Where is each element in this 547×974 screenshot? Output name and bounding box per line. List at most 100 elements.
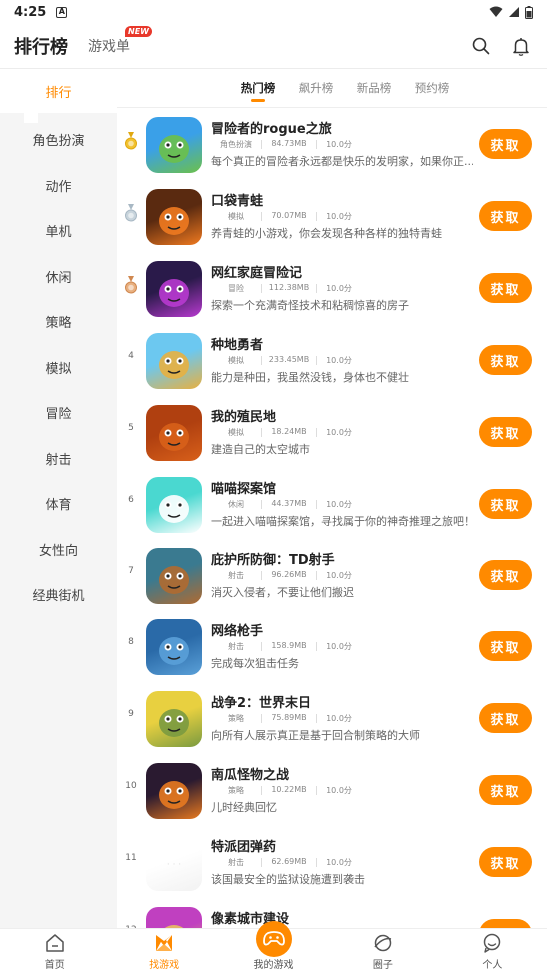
game-title[interactable]: 口袋青蛙 (211, 190, 263, 209)
game-score: 10.0分 (326, 858, 352, 867)
get-button[interactable]: 获取 (479, 417, 532, 447)
pumpkin-icon[interactable] (146, 763, 202, 819)
game-score: 10.0分 (326, 500, 352, 509)
svg-text:· · ·: · · · (167, 860, 181, 870)
shooter-icon[interactable] (146, 548, 202, 604)
sidebar-item-rpg[interactable]: 角色扮演 (0, 117, 117, 163)
game-row[interactable]: 冒险者的rogue之旅 角色扮演 84.73MB 10.0分 每个真正的冒险者永远都是快… (117, 108, 547, 180)
tab-new[interactable]: 新品榜 (345, 80, 403, 96)
get-button[interactable]: 获取 (479, 560, 532, 590)
frog-icon[interactable] (146, 189, 202, 245)
nav-circle[interactable]: 圈子 (328, 929, 437, 974)
knight-icon[interactable] (146, 117, 202, 173)
wifi-icon (489, 6, 503, 17)
monster-icon[interactable] (146, 261, 202, 317)
game-title[interactable]: 南瓜怪物之战 (211, 764, 289, 783)
sidebar-item-arcade[interactable]: 经典街机 (0, 572, 117, 618)
game-score: 10.0分 (326, 642, 352, 651)
sidebar-item-sports[interactable]: 体育 (0, 481, 117, 527)
get-button[interactable]: 获取 (479, 847, 532, 877)
tab-hot[interactable]: 热门榜 (229, 80, 287, 102)
get-button[interactable]: 获取 (479, 201, 532, 231)
get-button[interactable]: 获取 (479, 631, 532, 661)
soldier-icon[interactable] (146, 691, 202, 747)
sniper-icon[interactable] (146, 619, 202, 675)
rocket-icon[interactable] (146, 405, 202, 461)
page-title[interactable]: 排行榜 (14, 33, 68, 59)
game-meta: 休闲 44.37MB 10.0分 (211, 499, 361, 510)
nav-home[interactable]: 首页 (0, 929, 109, 974)
get-button[interactable]: 获取 (479, 273, 532, 303)
nav-find-games[interactable]: 找游戏 (109, 929, 218, 974)
game-score: 10.0分 (326, 428, 352, 437)
bell-icon[interactable] (509, 34, 533, 58)
game-title[interactable]: 冒险者的rogue之旅 (211, 118, 332, 137)
get-button[interactable]: 获取 (479, 129, 532, 159)
get-button[interactable]: 获取 (479, 775, 532, 805)
game-row[interactable]: 9 战争2：世界末日 策略 75.89MB 10.0分 向所有人展示真正是基于回合制策略的… (117, 682, 547, 754)
sidebar-item-shooting[interactable]: 射击 (0, 436, 117, 482)
game-title[interactable]: 网络枪手 (211, 620, 263, 639)
game-title[interactable]: 种地勇者 (211, 334, 263, 353)
game-row[interactable]: 8 网络枪手 射击 158.9MB 10.0分 完成每次狙击任务 获取 (117, 610, 547, 682)
game-description: 探索一个充满奇怪技术和粘稠惊喜的房子 (211, 299, 409, 312)
tab-reserve[interactable]: 预约榜 (403, 80, 461, 96)
gold-medal-icon (124, 132, 138, 150)
rank-number: 11 (125, 853, 137, 863)
status-bar: 4:25 A (0, 0, 547, 24)
game-category: 策略 (228, 714, 244, 723)
game-row[interactable]: 5 我的殖民地 模拟 18.24MB 10.0分 建造自己的太空城市 获取 (117, 396, 547, 468)
tab-game-list[interactable]: 游戏单 NEW (88, 26, 152, 56)
game-row[interactable]: 4 种地勇者 模拟 233.45MB 10.0分 能力是种田，我虽然没钱，身体也不健壮 获取 (117, 324, 547, 396)
game-size: 44.37MB (271, 499, 307, 508)
game-title[interactable]: 网红家庭冒险记 (211, 262, 302, 281)
sidebar-item-action[interactable]: 动作 (0, 163, 117, 209)
sidebar-item-ranking[interactable]: 排行 (0, 69, 117, 123)
game-title[interactable]: 庇护所防御：TD射手 (211, 549, 335, 568)
game-title[interactable]: 战争2：世界末日 (211, 692, 311, 711)
get-button[interactable]: 获取 (479, 703, 532, 733)
sidebar-item-female[interactable]: 女性向 (0, 527, 117, 573)
bronze-medal-icon (124, 276, 138, 294)
game-score: 10.0分 (326, 212, 352, 221)
cat-detective-icon[interactable] (146, 477, 202, 533)
game-score: 10.0分 (326, 571, 352, 580)
sidebar-item-adventure[interactable]: 冒险 (0, 390, 117, 436)
blank-icon[interactable]: · · · (146, 835, 202, 891)
game-title[interactable]: 喵喵探案馆 (211, 478, 276, 497)
game-score: 10.0分 (326, 140, 352, 149)
game-category: 冒险 (228, 284, 244, 293)
game-row[interactable]: 6 喵喵探案馆 休闲 44.37MB 10.0分 一起进入喵喵探案馆，寻找属于你的神奇推理… (117, 468, 547, 540)
sidebar-item-casual[interactable]: 休闲 (0, 254, 117, 300)
pixel-city-icon[interactable] (146, 907, 202, 928)
sidebar-item-strategy[interactable]: 策略 (0, 299, 117, 345)
game-category: 射击 (228, 642, 244, 651)
tab-rising[interactable]: 飙升榜 (287, 80, 345, 96)
game-description: 该国最安全的监狱设施遭到袭击 (211, 873, 365, 886)
game-score: 10.0分 (326, 284, 352, 293)
gamepad-icon (255, 921, 292, 957)
game-description: 完成每次狙击任务 (211, 657, 299, 670)
game-row[interactable]: 网红家庭冒险记 冒险 112.38MB 10.0分 探索一个充满奇怪技术和粘稠惊喜的房子… (117, 252, 547, 324)
rank-number: 5 (128, 423, 134, 433)
game-title[interactable]: 特派团弹药 (211, 836, 276, 855)
farmer-icon[interactable] (146, 333, 202, 389)
get-button[interactable]: 获取 (479, 489, 532, 519)
game-row[interactable]: 11 · · · 特派团弹药 射击 62.69MB 10.0分 该国最安全的监狱设施遭到袭击… (117, 826, 547, 898)
get-button[interactable]: 获取 (479, 345, 532, 375)
game-row[interactable]: 12像素城市建设获取 (117, 898, 547, 928)
sidebar-item-single[interactable]: 单机 (0, 208, 117, 254)
game-title[interactable]: 我的殖民地 (211, 406, 276, 425)
game-row[interactable]: 口袋青蛙 模拟 70.07MB 10.0分 养青蛙的小游戏，你会发现各种各样的独特青蛙 获… (117, 180, 547, 252)
game-category: 模拟 (228, 428, 244, 437)
game-row[interactable]: 10 南瓜怪物之战 策略 10.22MB 10.0分 儿时经典回忆 获取 (117, 754, 547, 826)
game-category: 射击 (228, 858, 244, 867)
game-row[interactable]: 7 庇护所防御：TD射手 射击 96.26MB 10.0分 消灭入侵者，不要让他们搬迟 获取 (117, 539, 547, 611)
nav-my-games[interactable]: 我的游戏 (219, 921, 328, 974)
game-description: 向所有人展示真正是基于回合制策略的大师 (211, 729, 420, 742)
sidebar-item-simulation[interactable]: 模拟 (0, 345, 117, 391)
get-button[interactable]: 获取 (479, 919, 532, 928)
search-icon[interactable] (469, 34, 493, 58)
game-meta: 策略 10.22MB 10.0分 (211, 785, 361, 796)
nav-personal[interactable]: 个人 (438, 929, 547, 974)
